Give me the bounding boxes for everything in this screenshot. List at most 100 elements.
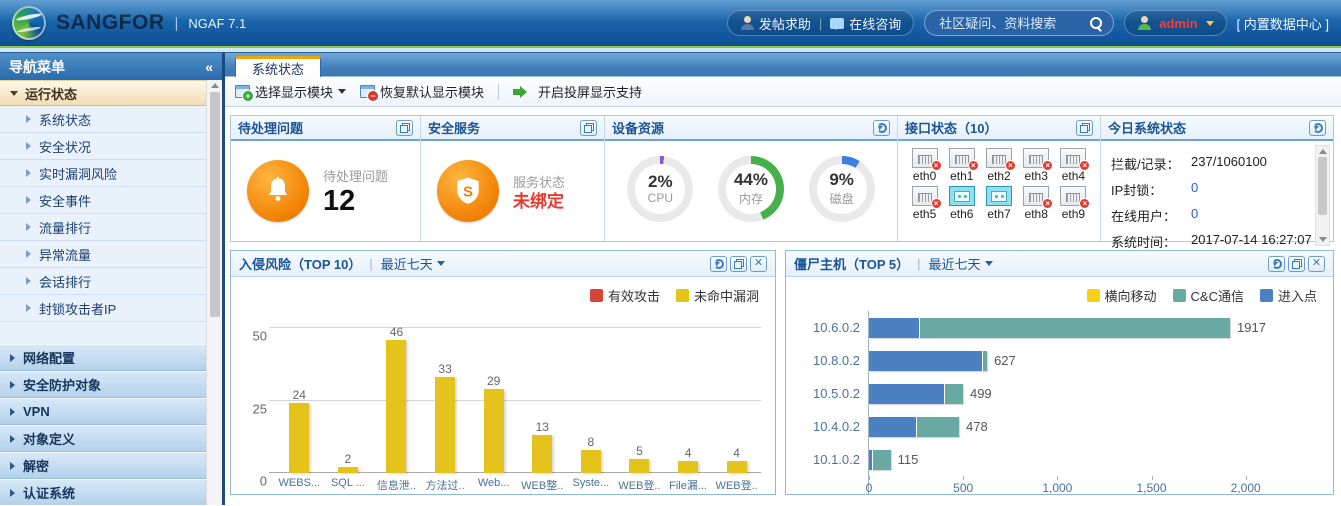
- hbar-chart-plot: 10.6.0.2 10.8.0.2 10.5.0.2 10.4.0.2 10.1.0.2…: [786, 307, 1333, 495]
- service-status-label: 服务状态: [513, 175, 566, 190]
- bar-chart-plot: 0 25 50 24 WEBS... 2 SQL ... 46 信息泄.. 33 方法过.. 29 We…: [253, 307, 761, 494]
- sidebar-scrollbar[interactable]: [206, 80, 222, 505]
- chevron-right-icon: [26, 223, 31, 231]
- ethernet-down-icon: ×: [1023, 148, 1054, 171]
- sidebar-item-会话排行[interactable]: 会话排行: [0, 268, 206, 295]
- search-icon[interactable]: [1089, 16, 1103, 30]
- post-help-button[interactable]: 发帖求助: [740, 14, 811, 33]
- bar-segment-C&C通信: [982, 350, 988, 371]
- sidebar-group-对象定义[interactable]: 对象定义: [0, 425, 206, 452]
- bar-segment-进入点: [869, 317, 919, 338]
- period-dropdown[interactable]: 最近七天: [929, 254, 993, 273]
- chart-title: 入侵风险（TOP 10）: [239, 257, 362, 272]
- popup-icon[interactable]: [1076, 119, 1093, 136]
- disconnected-badge-icon: ×: [1079, 160, 1091, 171]
- bar-value-label: 29: [486, 373, 501, 388]
- panel-title: 今日系统状态: [1108, 121, 1187, 136]
- port-eth3[interactable]: × eth3: [1018, 148, 1055, 183]
- status-label: 拦截/记录：: [1111, 157, 1180, 172]
- legend-label: 未命中漏洞: [693, 289, 759, 304]
- close-icon[interactable]: ✕: [750, 255, 767, 272]
- panel-scrollbar[interactable]: [1315, 145, 1330, 246]
- sidebar-group-网络配置[interactable]: 网络配置: [0, 344, 206, 371]
- sidebar-item-封锁攻击者IP[interactable]: 封锁攻击者IP: [0, 295, 206, 322]
- sidebar-group-VPN[interactable]: VPN: [0, 398, 206, 425]
- port-eth5[interactable]: × eth5: [906, 186, 943, 221]
- ethernet-down-icon: ×: [911, 186, 942, 209]
- y-axis-tick: 0: [259, 473, 267, 489]
- scrollbar-thumb[interactable]: [1318, 157, 1327, 215]
- refresh-icon[interactable]: [1309, 119, 1326, 136]
- service-status-value: 未绑定: [513, 192, 564, 211]
- chevron-right-icon: [10, 407, 15, 416]
- sidebar-item-流量排行[interactable]: 流量排行: [0, 214, 206, 241]
- select-modules-button[interactable]: 选择显示模块: [235, 82, 347, 102]
- panel-interface-status: 接口状态（10） × eth0 × eth1 × eth2 × eth3 × eth4 × eth5 e…: [898, 116, 1101, 241]
- gauge-磁盘: 9% 磁盘: [808, 156, 875, 222]
- port-eth6[interactable]: eth6: [943, 186, 980, 221]
- sidebar-group-解密[interactable]: 解密: [0, 452, 206, 479]
- today-status-row: 拦截/记录： 237/1060100: [1111, 154, 1333, 173]
- product-version: NGAF 7.1: [188, 15, 247, 31]
- gauge-hole: 2% CPU: [635, 164, 686, 214]
- projection-button[interactable]: 开启投屏显示支持: [513, 82, 642, 101]
- sidebar-group-认证系统[interactable]: 认证系统: [0, 479, 206, 505]
- bar-column: 33 方法过..: [421, 307, 470, 494]
- bar-columns: 24 WEBS... 2 SQL ... 46 信息泄.. 33 方法过.. 29 Web... 1…: [275, 307, 761, 494]
- port-eth1[interactable]: × eth1: [943, 148, 980, 183]
- sidebar-item-安全状况[interactable]: 安全状况: [0, 133, 206, 160]
- port-eth9[interactable]: × eth9: [1055, 186, 1092, 221]
- popup-icon[interactable]: [730, 255, 747, 272]
- port-label: eth8: [1024, 207, 1048, 221]
- sidebar-item-安全事件[interactable]: 安全事件: [0, 187, 206, 214]
- scroll-down-icon[interactable]: [1318, 237, 1327, 242]
- axis-tick-mark: [1057, 476, 1059, 480]
- bar-column: 24 WEBS...: [275, 307, 324, 494]
- top-bar: SANGFOR | NGAF 7.1 发帖求助 | 在线咨询 社区疑问、资料搜索…: [0, 0, 1341, 46]
- sidebar-item-系统状态[interactable]: 系统状态: [0, 106, 206, 133]
- scroll-up-icon[interactable]: [1318, 149, 1327, 154]
- disconnected-badge-icon: ×: [1079, 198, 1091, 209]
- panel-title: 设备资源: [612, 121, 665, 136]
- gauge-CPU: 2% CPU: [627, 156, 694, 222]
- port-eth0[interactable]: × eth0: [906, 148, 943, 183]
- popup-icon[interactable]: [1288, 255, 1305, 272]
- help-pill: 发帖求助 | 在线咨询: [726, 10, 915, 36]
- port-eth4[interactable]: × eth4: [1055, 148, 1092, 183]
- refresh-icon[interactable]: [710, 255, 727, 272]
- port-eth8[interactable]: × eth8: [1018, 186, 1055, 221]
- bar-value-label: 4: [684, 446, 692, 461]
- legend-item: 有效攻击: [589, 286, 660, 305]
- legend-swatch: [675, 289, 689, 302]
- sidebar-collapse-icon[interactable]: «: [205, 59, 213, 75]
- close-icon[interactable]: ✕: [1308, 255, 1325, 272]
- axis-tick-label: 0: [865, 481, 873, 495]
- popup-icon[interactable]: [580, 119, 597, 136]
- online-chat-button[interactable]: 在线咨询: [830, 14, 901, 33]
- popup-icon[interactable]: [396, 119, 413, 136]
- chevron-right-icon: [10, 380, 15, 389]
- refresh-icon[interactable]: [1268, 255, 1285, 272]
- port-eth2[interactable]: × eth2: [980, 148, 1017, 183]
- search-input[interactable]: [939, 15, 1090, 31]
- restore-default-button[interactable]: 恢复默认显示模块: [360, 82, 484, 102]
- sidebar-item-实时漏洞风险[interactable]: 实时漏洞风险: [0, 160, 206, 187]
- sidebar-subitems: 系统状态 安全状况 实时漏洞风险 安全事件 流量排行异常流量会话排行封锁攻击者IP: [0, 106, 206, 322]
- period-dropdown[interactable]: 最近七天: [381, 254, 445, 273]
- scrollbar-thumb[interactable]: [209, 92, 220, 317]
- tab-system-status[interactable]: 系统状态: [235, 56, 322, 77]
- sidebar-item-异常流量[interactable]: 异常流量: [0, 241, 206, 268]
- sidebar-group-安全防护对象[interactable]: 安全防护对象: [0, 371, 206, 398]
- bar-value-label: 24: [292, 388, 306, 403]
- sidebar-item-label: 异常流量: [39, 247, 92, 263]
- datacenter-link[interactable]: [ 内置数据中心 ]: [1237, 14, 1329, 33]
- scroll-up-icon[interactable]: [210, 83, 219, 88]
- user-pill[interactable]: admin: [1124, 10, 1227, 36]
- sidebar-item-label: 会话排行: [39, 274, 92, 290]
- gauge-内存: 44% 内存: [717, 156, 784, 222]
- bar-value-label: 8: [587, 434, 595, 449]
- ethernet-down-icon: ×: [985, 148, 1016, 171]
- port-eth7[interactable]: eth7: [980, 186, 1017, 221]
- sidebar-group-running-status[interactable]: 运行状态: [0, 80, 206, 106]
- refresh-icon[interactable]: [873, 119, 890, 136]
